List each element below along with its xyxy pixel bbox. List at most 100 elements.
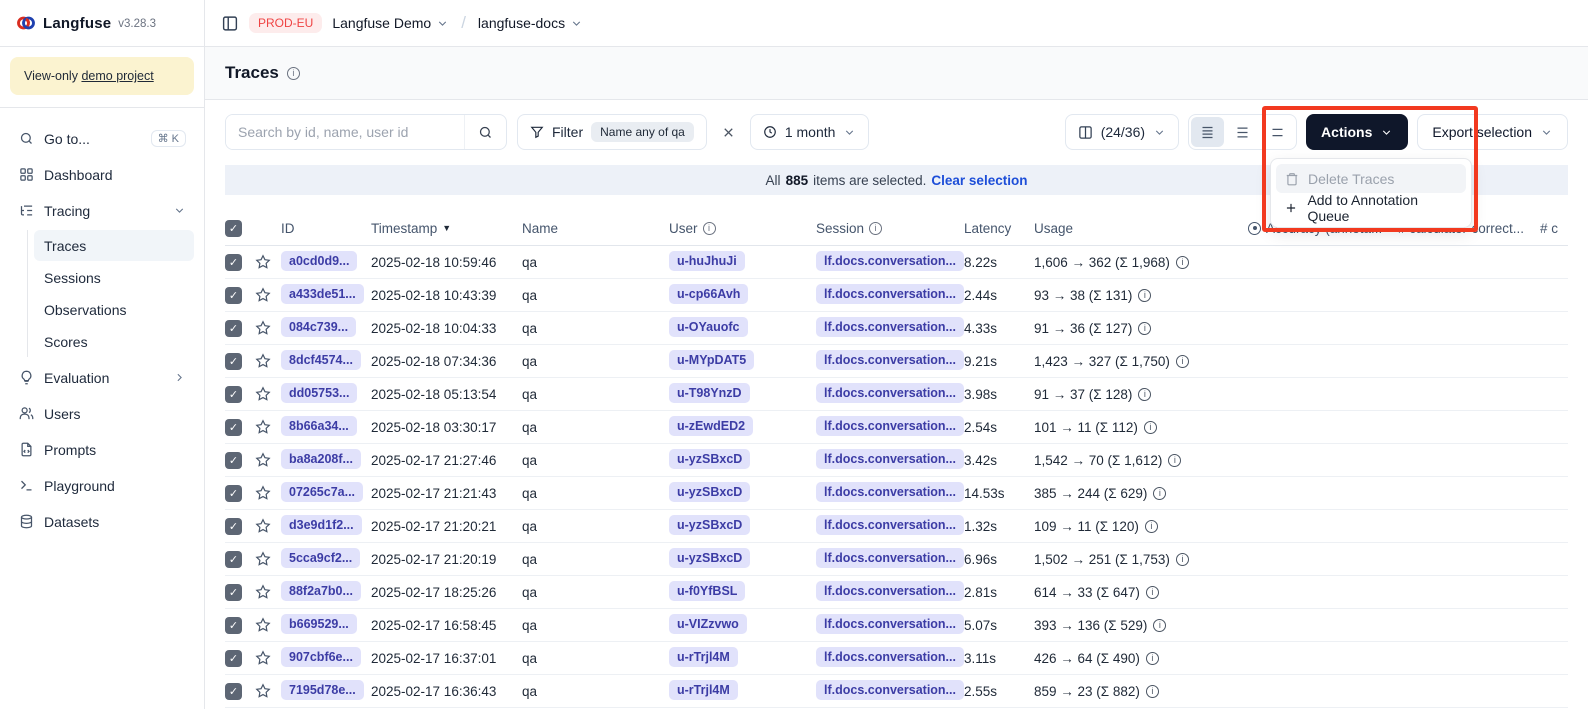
select-all-checkbox[interactable]: ✓ xyxy=(225,220,242,237)
row-checkbox[interactable]: ✓ xyxy=(225,683,242,700)
info-icon[interactable]: i xyxy=(1144,421,1157,434)
actions-button[interactable]: Actions xyxy=(1306,114,1408,150)
session-badge[interactable]: lf.docs.conversation... xyxy=(816,350,964,370)
sidebar-item-users[interactable]: Users xyxy=(10,397,194,430)
trace-id-badge[interactable]: 88f2a7b0... xyxy=(281,581,361,601)
row-checkbox[interactable]: ✓ xyxy=(225,353,242,370)
session-badge[interactable]: lf.docs.conversation... xyxy=(816,449,964,469)
user-badge[interactable]: u-cp66Avh xyxy=(669,284,748,304)
clear-selection-link[interactable]: Clear selection xyxy=(931,173,1027,188)
info-icon[interactable]: i xyxy=(1176,553,1189,566)
star-icon[interactable] xyxy=(255,452,281,468)
row-checkbox[interactable]: ✓ xyxy=(225,518,242,535)
star-icon[interactable] xyxy=(255,551,281,567)
session-badge[interactable]: lf.docs.conversation... xyxy=(816,251,964,271)
menu-item-add-to-annotation-queue[interactable]: Add to Annotation Queue xyxy=(1276,193,1466,222)
panel-toggle-icon[interactable] xyxy=(221,15,239,32)
session-badge[interactable]: lf.docs.conversation... xyxy=(816,383,964,403)
sidebar-item-traces[interactable]: Traces xyxy=(34,230,194,261)
info-icon[interactable]: i xyxy=(1176,256,1189,269)
row-checkbox[interactable]: ✓ xyxy=(225,287,242,304)
row-checkbox[interactable]: ✓ xyxy=(225,419,242,436)
trace-id-badge[interactable]: a433de51... xyxy=(281,284,364,304)
star-icon[interactable] xyxy=(255,485,281,501)
header-score-cut[interactable]: # c xyxy=(1540,221,1568,236)
header-id[interactable]: ID xyxy=(281,221,371,236)
sidebar-item-observations[interactable]: Observations xyxy=(34,294,194,325)
row-checkbox[interactable]: ✓ xyxy=(225,650,242,667)
star-icon[interactable] xyxy=(255,320,281,336)
star-icon[interactable] xyxy=(255,254,281,270)
row-checkbox[interactable]: ✓ xyxy=(225,551,242,568)
info-icon[interactable]: i xyxy=(1146,652,1159,665)
session-badge[interactable]: lf.docs.conversation... xyxy=(816,680,964,700)
session-badge[interactable]: lf.docs.conversation... xyxy=(816,317,964,337)
row-checkbox[interactable]: ✓ xyxy=(225,617,242,634)
info-icon[interactable]: i xyxy=(1146,685,1159,698)
user-badge[interactable]: u-yzSBxcD xyxy=(669,449,750,469)
star-icon[interactable] xyxy=(255,518,281,534)
row-checkbox[interactable]: ✓ xyxy=(225,320,242,337)
user-badge[interactable]: u-rTrjl4M xyxy=(669,680,738,700)
info-icon[interactable]: i xyxy=(1145,520,1158,533)
star-icon[interactable] xyxy=(255,617,281,633)
export-selection-button[interactable]: Export selection xyxy=(1417,114,1568,150)
header-usage[interactable]: Usage xyxy=(1034,221,1248,236)
trace-id-badge[interactable]: 8dcf4574... xyxy=(281,350,361,370)
user-badge[interactable]: u-huJhuJi xyxy=(669,251,745,271)
info-icon[interactable]: i xyxy=(1146,586,1159,599)
header-session[interactable]: Session i xyxy=(816,221,964,236)
star-icon[interactable] xyxy=(255,353,281,369)
user-badge[interactable]: u-T98YnzD xyxy=(669,383,750,403)
session-badge[interactable]: lf.docs.conversation... xyxy=(816,416,964,436)
filter-button[interactable]: Filter Name any of qa xyxy=(517,114,707,150)
search-input[interactable] xyxy=(226,115,464,149)
session-badge[interactable]: lf.docs.conversation... xyxy=(816,647,964,667)
info-icon[interactable]: i xyxy=(1176,355,1189,368)
row-checkbox[interactable]: ✓ xyxy=(225,386,242,403)
trace-id-badge[interactable]: 07265c7a... xyxy=(281,482,363,502)
row-checkbox[interactable]: ✓ xyxy=(225,584,242,601)
star-icon[interactable] xyxy=(255,650,281,666)
sidebar-item-sessions[interactable]: Sessions xyxy=(34,262,194,293)
sidebar-item-evaluation[interactable]: Evaluation xyxy=(10,361,194,394)
info-icon[interactable]: i xyxy=(1168,454,1181,467)
session-badge[interactable]: lf.docs.conversation... xyxy=(816,581,964,601)
trace-id-badge[interactable]: dd05753... xyxy=(281,383,357,403)
header-latency[interactable]: Latency xyxy=(964,221,1034,236)
row-height-medium-button[interactable] xyxy=(1226,117,1259,147)
columns-button[interactable]: (24/36) xyxy=(1065,114,1179,150)
user-badge[interactable]: u-rTrjl4M xyxy=(669,647,738,667)
header-name[interactable]: Name xyxy=(522,221,669,236)
user-badge[interactable]: u-yzSBxcD xyxy=(669,548,750,568)
trace-id-badge[interactable]: d3e9d1f2... xyxy=(281,515,362,535)
star-icon[interactable] xyxy=(255,386,281,402)
sidebar-item-scores[interactable]: Scores xyxy=(34,326,194,357)
session-badge[interactable]: lf.docs.conversation... xyxy=(816,284,964,304)
trace-id-badge[interactable]: a0cd0d9... xyxy=(281,251,357,271)
trace-id-badge[interactable]: 084c739... xyxy=(281,317,356,337)
info-icon[interactable]: i xyxy=(1138,388,1151,401)
user-badge[interactable]: u-zEwdED2 xyxy=(669,416,753,436)
star-icon[interactable] xyxy=(255,419,281,435)
breadcrumb-project[interactable]: langfuse-docs xyxy=(478,15,583,31)
session-badge[interactable]: lf.docs.conversation... xyxy=(816,515,964,535)
info-icon[interactable]: i xyxy=(287,67,300,80)
sidebar-item-prompts[interactable]: Prompts xyxy=(10,433,194,466)
trace-id-badge[interactable]: ba8a208f... xyxy=(281,449,361,469)
sidebar-item-playground[interactable]: Playground xyxy=(10,469,194,502)
sidebar-item-goto[interactable]: Go to... ⌘ K xyxy=(10,122,194,155)
row-height-small-button[interactable] xyxy=(1191,117,1224,147)
menu-item-delete-traces[interactable]: Delete Traces xyxy=(1276,164,1466,193)
session-badge[interactable]: lf.docs.conversation... xyxy=(816,548,964,568)
row-checkbox[interactable]: ✓ xyxy=(225,452,242,469)
trace-id-badge[interactable]: 8b66a34... xyxy=(281,416,357,436)
clear-filter-icon[interactable] xyxy=(717,121,740,144)
row-checkbox[interactable]: ✓ xyxy=(225,254,242,271)
info-icon[interactable]: i xyxy=(1138,322,1151,335)
star-icon[interactable] xyxy=(255,287,281,303)
sidebar-item-datasets[interactable]: Datasets xyxy=(10,505,194,538)
user-badge[interactable]: u-OYauofc xyxy=(669,317,748,337)
session-badge[interactable]: lf.docs.conversation... xyxy=(816,482,964,502)
star-icon[interactable] xyxy=(255,683,281,699)
